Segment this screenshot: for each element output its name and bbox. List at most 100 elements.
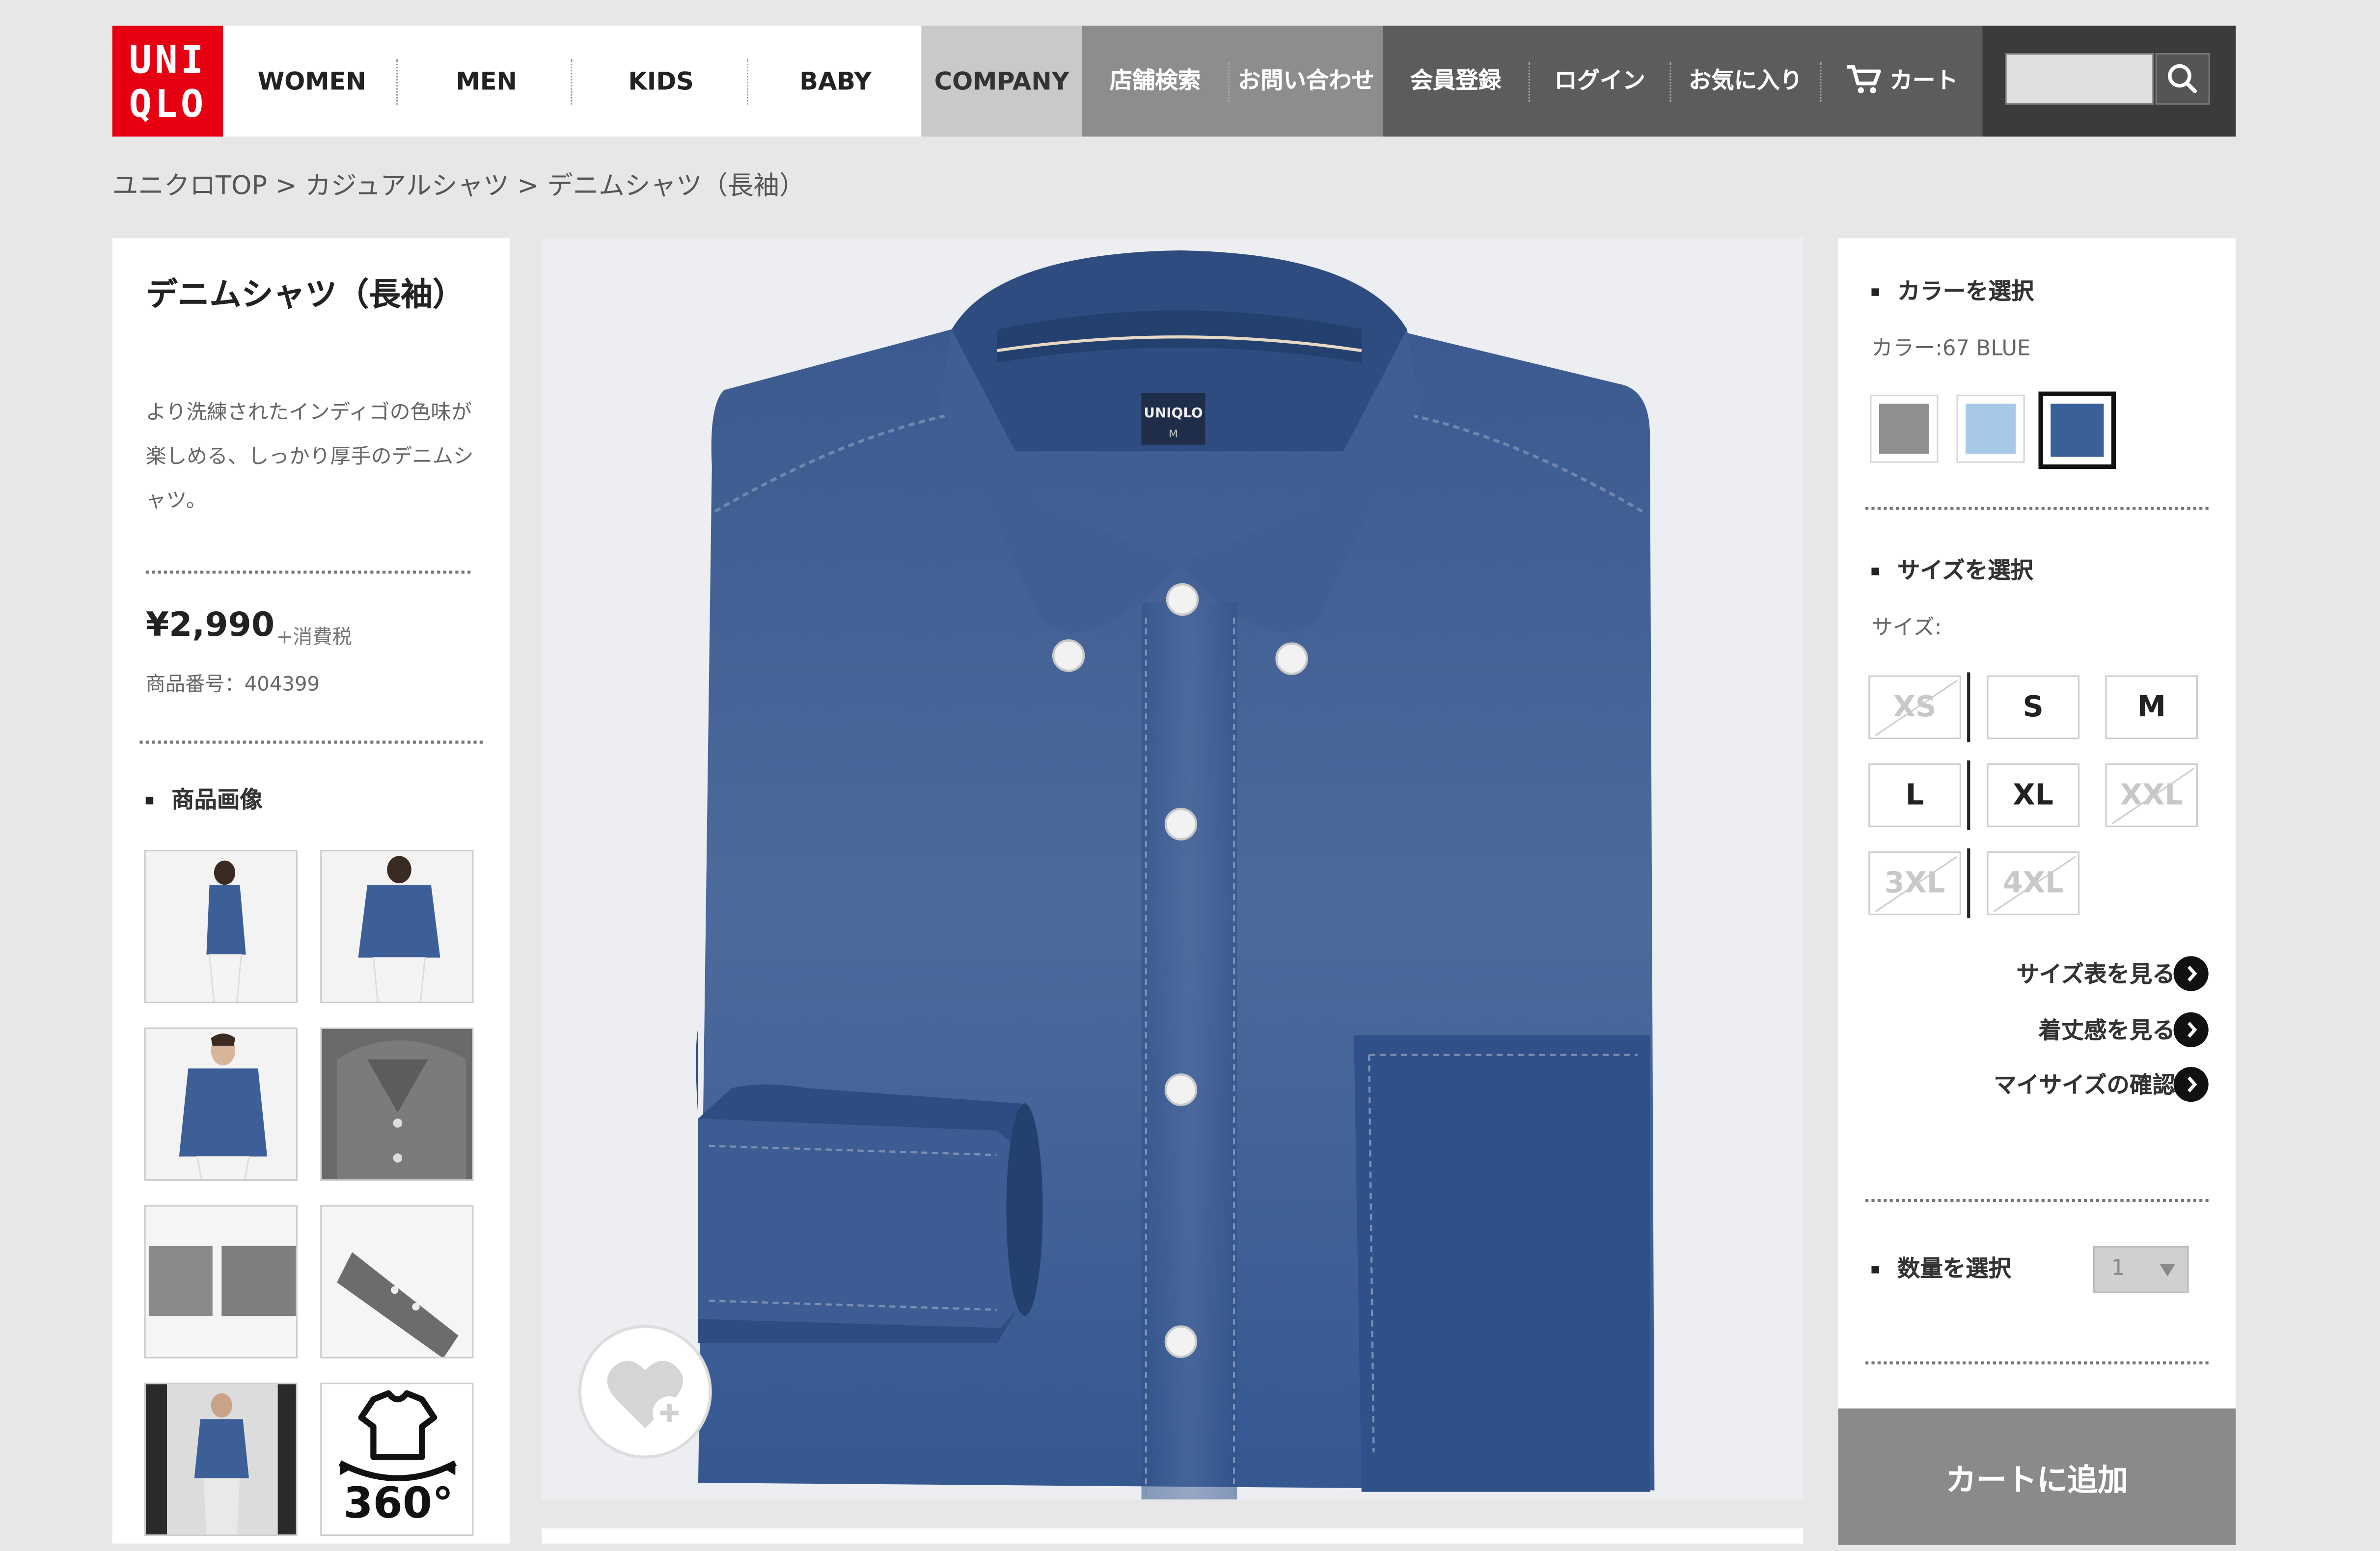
nav-kids[interactable]: KIDS	[572, 26, 750, 137]
size-option-s[interactable]: S	[1987, 675, 2079, 739]
register-link[interactable]: 会員登録	[1383, 26, 1529, 137]
category-nav: WOMEN MEN KIDS BABY	[223, 26, 922, 137]
bullet-icon	[1871, 568, 1879, 575]
size-heading: サイズを選択	[1871, 554, 2033, 586]
add-to-wishlist-button[interactable]	[578, 1325, 712, 1459]
contact-link[interactable]: お問い合わせ	[1230, 26, 1383, 137]
add-to-cart-button[interactable]: カートに追加	[1838, 1408, 2236, 1545]
main-product-image[interactable]: UNIQLO M	[542, 238, 1804, 1500]
uniqlo-logo[interactable]: UNI QLO	[112, 26, 223, 137]
bullet-icon	[1871, 1266, 1879, 1274]
color-heading-label: カラーを選択	[1897, 277, 2034, 305]
purchase-options-panel: カラーを選択 カラー:67 BLUE サイズを選択 サイズ: XS S M L …	[1838, 238, 2236, 1545]
size-option-4xl[interactable]: 4XL	[1987, 851, 2079, 915]
color-swatch-blue-selected[interactable]	[2038, 391, 2116, 469]
bullet-icon	[1871, 288, 1879, 296]
product-price: ¥2,990	[145, 607, 275, 645]
chevron-right-icon[interactable]	[2173, 1067, 2209, 1102]
store-search-link[interactable]: 店舗検索	[1082, 26, 1228, 137]
images-heading: 商品画像	[145, 783, 263, 815]
favorites-link[interactable]: お気に入り	[1671, 26, 1820, 137]
divider	[1865, 507, 2209, 510]
quantity-value: 1	[2111, 1256, 2125, 1281]
fit-link[interactable]: 着丈感を見る	[2038, 1014, 2175, 1046]
size-heading-label: サイズを選択	[1897, 557, 2033, 585]
tag-logo-text: UNIQLO	[1144, 405, 1203, 421]
nav-women[interactable]: WOMEN	[223, 26, 401, 137]
product-title: デニムシャツ（長袖）	[145, 276, 465, 313]
size-option-l[interactable]: L	[1868, 763, 1961, 827]
content-strip	[542, 1528, 1804, 1544]
thumbnail-360-view[interactable]: 360°	[320, 1383, 474, 1536]
size-option-3xl[interactable]: 3XL	[1868, 851, 1961, 915]
cart-icon	[1847, 65, 1881, 94]
account-nav: 会員登録 ログイン お気に入り カート	[1383, 26, 1983, 137]
quantity-select[interactable]: 1	[2093, 1246, 2189, 1293]
color-swatch-gray[interactable]	[1870, 394, 1939, 463]
nav-baby[interactable]: BABY	[747, 26, 925, 137]
tag-size-text: M	[1169, 428, 1178, 440]
tax-note: +消費税	[276, 626, 352, 650]
thumbnail-back-view[interactable]	[320, 850, 474, 1004]
chevron-right-icon[interactable]	[2173, 956, 2209, 991]
size-option-m[interactable]: M	[2105, 675, 2198, 739]
cart-link[interactable]: カート	[1821, 26, 1982, 137]
denim-shirt-image: UNIQLO M	[542, 238, 1804, 1500]
images-heading-label: 商品画像	[171, 786, 263, 814]
chevron-down-icon	[2160, 1264, 2175, 1277]
thumbnail-gray-sleeve[interactable]	[320, 1205, 474, 1359]
size-selected-divider	[1967, 848, 1970, 919]
size-selected-divider	[1967, 672, 1970, 742]
divider	[145, 571, 471, 574]
model-back-image	[322, 851, 472, 1002]
heart-plus-icon	[607, 1361, 686, 1430]
thumbnail-front-view[interactable]	[144, 1027, 298, 1181]
nav-men[interactable]: MEN	[398, 26, 575, 137]
item-number: 商品番号：404399	[145, 674, 320, 697]
cart-label: カート	[1889, 67, 1958, 94]
size-label: サイズ:	[1871, 616, 1942, 641]
thumbnail-side-view[interactable]	[144, 850, 298, 1004]
logo-text-top: UNI	[129, 38, 207, 82]
breadcrumb[interactable]: ユニクロTOP > カジュアルシャツ > デニムシャツ（長袖）	[112, 164, 805, 202]
size-option-xs[interactable]: XS	[1868, 675, 1961, 739]
search-input[interactable]	[2005, 53, 2154, 105]
model-side-image	[145, 851, 296, 1002]
badge-360-label: 360°	[343, 1478, 454, 1528]
search-icon	[2168, 64, 2197, 93]
color-swatch-light-blue[interactable]	[1956, 394, 2025, 463]
search-bar	[1982, 26, 2236, 137]
swatch-fill	[2051, 404, 2104, 457]
divider	[139, 740, 483, 744]
model-front-image	[145, 1029, 296, 1179]
gray-shirt-collar-image	[322, 1029, 472, 1179]
product-description: より洗練されたインディゴの色味が楽しめる、しっかり厚手のデニムシャツ。	[145, 401, 474, 513]
qty-heading-label: 数量を選択	[1897, 1255, 2011, 1283]
global-header: UNI QLO WOMEN MEN KIDS BABY COMPANY 店舗検索…	[112, 26, 2236, 137]
thumbnail-styling[interactable]	[144, 1383, 298, 1536]
divider	[1865, 1199, 2209, 1202]
login-link[interactable]: ログイン	[1530, 26, 1669, 137]
size-option-xxl[interactable]: XXL	[2105, 763, 2198, 827]
bullet-icon	[145, 796, 154, 805]
styling-photo-image	[145, 1384, 296, 1535]
size-chart-link[interactable]: サイズ表を見る	[2016, 958, 2175, 990]
gray-shirt-sleeve-image	[322, 1206, 472, 1357]
size-selected-divider	[1967, 760, 1970, 830]
nav-company[interactable]: COMPANY	[921, 26, 1083, 137]
utility-nav: 店舗検索 お問い合わせ	[1082, 26, 1383, 137]
search-button[interactable]	[2155, 53, 2210, 105]
product-info-panel: デニムシャツ（長袖） より洗練されたインディゴの色味が楽しめる、しっかり厚手のデ…	[112, 238, 510, 1544]
my-size-link[interactable]: マイサイズの確認	[1994, 1068, 2175, 1100]
gray-shirt-back-image	[145, 1206, 296, 1357]
color-heading: カラーを選択	[1871, 275, 2034, 307]
chevron-right-icon[interactable]	[2173, 1012, 2209, 1047]
divider	[1865, 1361, 2209, 1364]
thumbnail-gray-back[interactable]	[144, 1205, 298, 1359]
swatch-fill	[1879, 404, 1929, 454]
swatch-fill	[1966, 404, 2016, 454]
size-option-xl[interactable]: XL	[1987, 763, 2079, 827]
qty-heading: 数量を選択	[1871, 1252, 2011, 1284]
thumbnail-gray-collar[interactable]	[320, 1027, 474, 1181]
selected-color-label: カラー:67 BLUE	[1871, 337, 2031, 361]
